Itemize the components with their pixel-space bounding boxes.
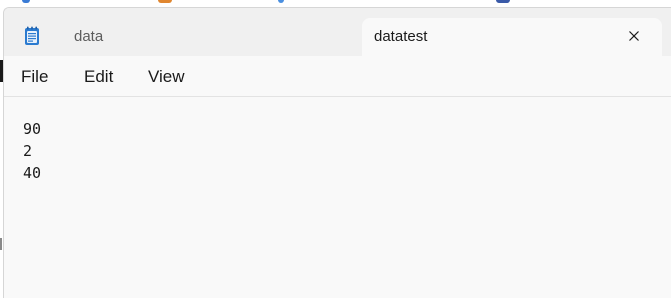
notepad-icon [24,26,40,46]
menu-edit[interactable]: Edit [84,67,113,87]
close-icon[interactable] [624,26,644,46]
background-accent [158,0,172,3]
background-accent [278,0,284,3]
tab-label: datatest [374,28,428,45]
title-bar: data datatest [4,8,671,56]
background-edge [0,238,2,250]
notepad-window: data datatest File Edit View 90 2 40 [3,7,671,298]
menu-bar: File Edit View [4,56,671,97]
menu-file[interactable]: File [21,67,48,87]
editor-line: 2 [23,142,33,160]
menu-view[interactable]: View [148,67,185,87]
tab-label: data [74,28,104,45]
text-editor[interactable]: 90 2 40 [4,97,671,298]
tab-data[interactable]: data [56,18,356,56]
editor-line: 40 [23,164,42,182]
background-accent [496,0,510,3]
editor-line: 90 [23,120,42,138]
background-accent [22,0,30,3]
tab-datatest[interactable]: datatest [362,18,662,56]
background-strip [0,0,671,7]
